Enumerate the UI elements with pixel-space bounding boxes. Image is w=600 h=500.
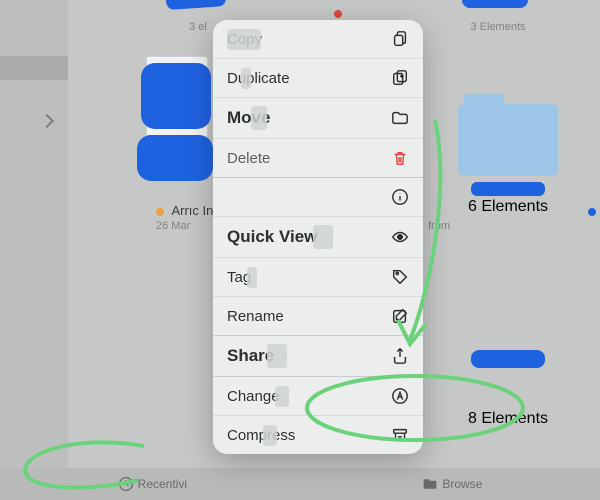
menu-tag[interactable]: Tag [213, 258, 423, 297]
sidebar [0, 0, 68, 500]
grid-item[interactable]: 3 Elements [428, 0, 568, 33]
tag-dot-red [334, 10, 342, 18]
circle-a-icon [391, 387, 409, 405]
folder-icon [458, 104, 558, 176]
tab-bar: Recentivi Browse [0, 468, 600, 500]
copy-icon [391, 30, 409, 48]
menu-copy[interactable]: Copy [213, 20, 423, 59]
folder-subtitle: 6 Elements [448, 198, 568, 216]
clock-icon [118, 476, 134, 492]
trash-icon [391, 149, 409, 167]
grid-item[interactable]: 8 Elements [448, 320, 568, 428]
tab-browse[interactable]: Browse [422, 476, 482, 492]
folder-icon [391, 109, 409, 127]
share-icon [391, 347, 409, 365]
menu-quicklook[interactable]: Quick View [213, 217, 423, 258]
label-from: from [428, 220, 450, 232]
menu-move[interactable]: Move [213, 98, 423, 139]
menu-info[interactable] [213, 178, 423, 217]
tag-dot-orange [156, 208, 164, 216]
tag-dot-blue [588, 208, 596, 216]
files-grid: 3 el 3 Elements Arrıc Info › 26 Mar 6 El… [68, 0, 600, 468]
item-subtitle: 8 Elements [448, 410, 568, 428]
folder-item[interactable]: 6 Elements [448, 104, 568, 216]
sidebar-selected-row[interactable] [0, 56, 68, 80]
menu-duplicate[interactable]: Duplicate [213, 59, 423, 98]
archive-icon [391, 426, 409, 444]
menu-delete[interactable]: Delete [213, 139, 423, 178]
tab-recent[interactable]: Recentivi [118, 476, 187, 492]
menu-change[interactable]: Change [213, 377, 423, 416]
menu-rename[interactable]: Rename [213, 297, 423, 336]
chevron-right-icon [40, 114, 54, 128]
tag-icon [391, 268, 409, 286]
rename-icon [391, 307, 409, 325]
context-menu: Copy Duplicate Move Delete Quick View Ta… [213, 20, 423, 454]
menu-compress[interactable]: Compress [213, 416, 423, 454]
duplicate-icon [391, 69, 409, 87]
folder-icon [422, 476, 438, 492]
info-icon [391, 188, 409, 206]
item-subtitle: 3 Elements [428, 21, 568, 33]
folder-name [448, 182, 568, 198]
menu-share[interactable]: Share [213, 336, 423, 377]
eye-icon [391, 228, 409, 246]
